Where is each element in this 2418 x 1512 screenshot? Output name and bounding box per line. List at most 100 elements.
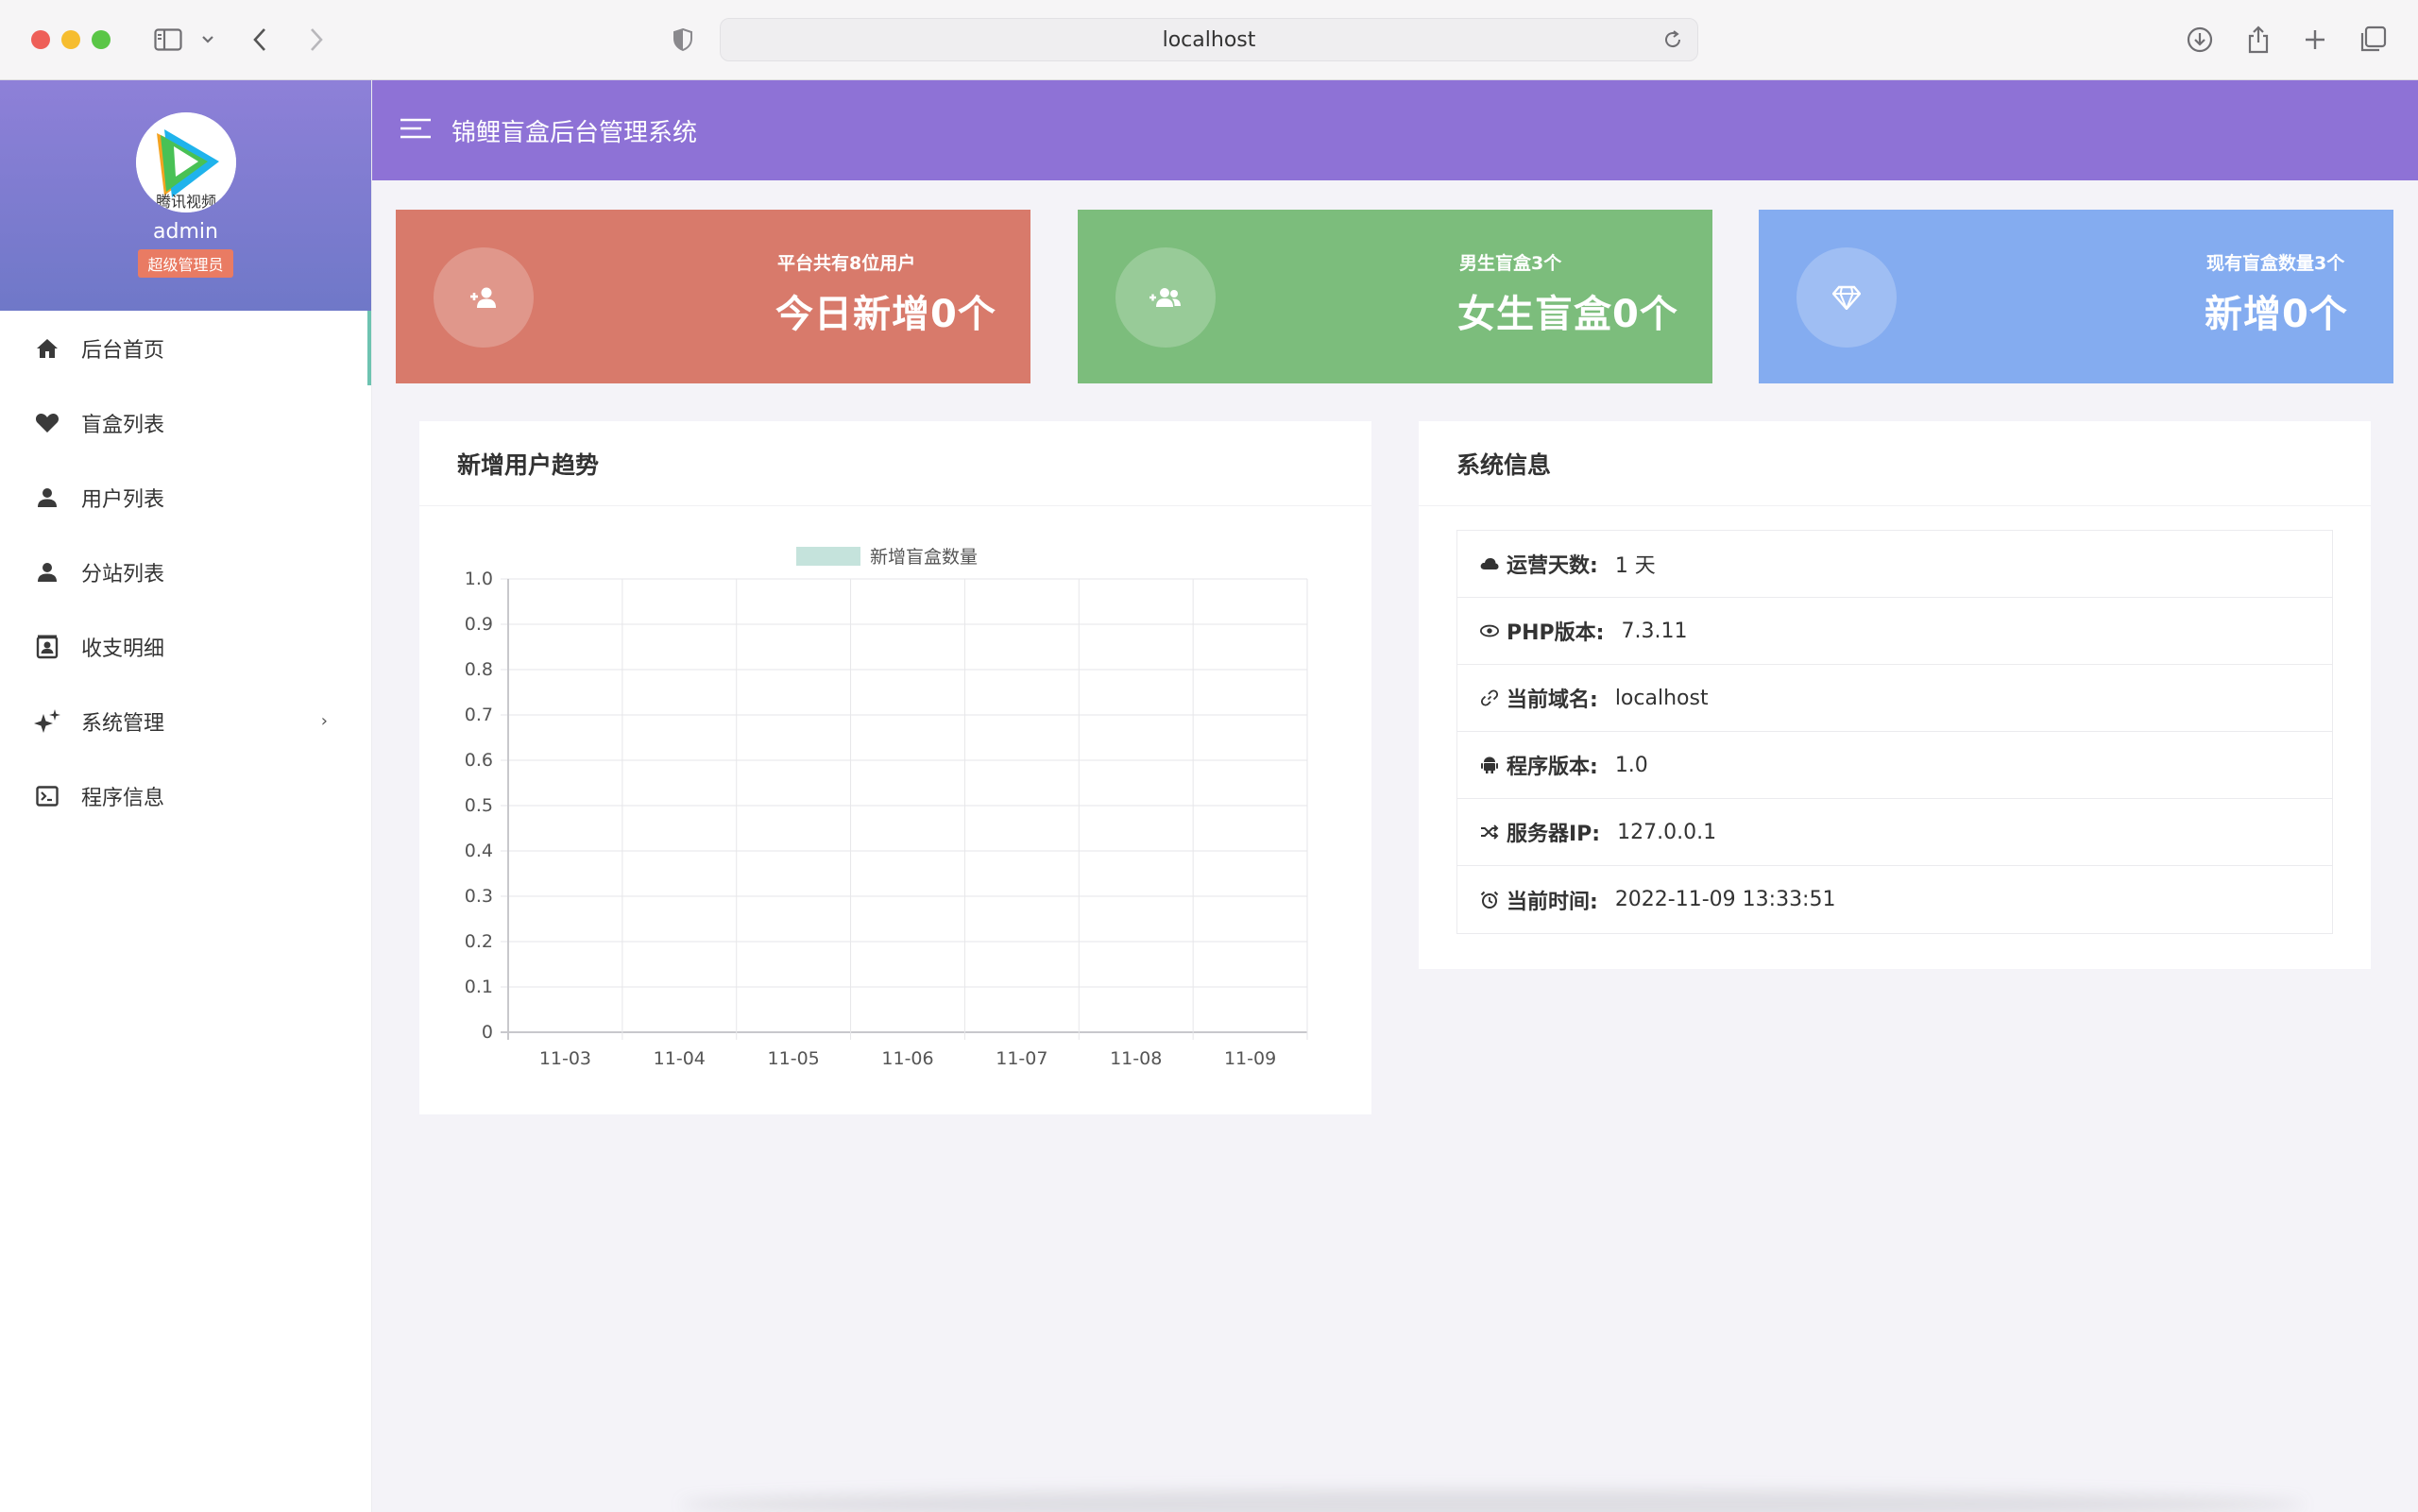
sidebar-item-blindbox-list[interactable]: 盲盒列表: [0, 385, 371, 460]
share-icon[interactable]: [2242, 21, 2274, 59]
info-row-uptime: 运营天数: 1 天: [1457, 531, 2332, 598]
svg-text:腾讯视频: 腾讯视频: [155, 193, 215, 211]
alarm-icon: [1480, 891, 1499, 909]
page-title: 锦鲤盲盒后台管理系统: [451, 118, 698, 147]
new-tab-icon[interactable]: [2299, 21, 2331, 59]
sidebar-item-dashboard[interactable]: 后台首页: [0, 311, 371, 385]
sidebar-item-substation-list[interactable]: 分站列表: [0, 535, 371, 609]
chart-legend[interactable]: 新增盲盒数量: [796, 543, 978, 569]
info-label: 服务器IP:: [1507, 823, 1601, 846]
info-value: 1 天: [1614, 554, 1656, 578]
admin-name: admin: [153, 220, 218, 244]
sidebar-item-label: 分站列表: [81, 562, 165, 586]
heart-icon: [34, 410, 60, 436]
stat-card-blindbox-gender: 男生盲盒3个 女生盲盒0个: [1078, 210, 1712, 383]
info-row-program-version: 程序版本: 1.0: [1457, 732, 2332, 799]
maximize-window-button[interactable]: [92, 30, 111, 49]
x-tick-label: 11-05: [768, 1048, 820, 1069]
stat-caption: 现有盲盒数量3个: [2206, 253, 2345, 274]
video-logo-icon: 腾讯视频: [135, 112, 236, 212]
address-bar[interactable]: localhost: [720, 18, 1698, 61]
sidebar-item-user-list[interactable]: 用户列表: [0, 460, 371, 535]
info-row-current-time: 当前时间: 2022-11-09 13:33:51: [1457, 866, 2332, 933]
eye-icon: [1480, 621, 1499, 640]
info-label: 当前时间:: [1507, 890, 1598, 914]
chevron-right-icon: ›: [320, 711, 328, 731]
x-tick-label: 11-07: [996, 1048, 1047, 1069]
sidebar-item-label: 收支明细: [81, 637, 165, 661]
trend-chart: 0 0.1 0.2 0.3 0.4 0.5 0.6 0.7 0.8 0.9 1.0 11-03 11-0…: [465, 569, 1308, 1069]
stat-value: 女生盲盒0个: [1457, 293, 1678, 336]
sidebar-item-income-expense[interactable]: 收支明细: [0, 609, 371, 684]
sidebar: 腾讯视频 admin 超级管理员 后台首页 盲盒列表 用户列表 分站列表 收支明…: [0, 80, 372, 1512]
sidebar-item-label: 后台首页: [81, 338, 165, 363]
cloud-icon: [1480, 554, 1499, 573]
download-icon[interactable]: [2184, 21, 2216, 59]
stat-value: 新增0个: [2205, 293, 2348, 336]
contact-book-icon: [34, 634, 60, 660]
x-tick-label: 11-08: [1110, 1048, 1162, 1069]
info-row-domain: 当前域名: localhost: [1457, 665, 2332, 732]
info-value: 2022-11-09 13:33:51: [1614, 888, 1836, 911]
info-label: 当前域名:: [1507, 688, 1598, 712]
info-value: 7.3.11: [1621, 619, 1688, 643]
shield-icon[interactable]: [671, 21, 695, 59]
panel-title: 新增用户趋势: [419, 421, 1371, 506]
y-tick-label: 0.8: [465, 659, 493, 680]
users-plus-icon: [1115, 247, 1216, 348]
back-icon[interactable]: [247, 21, 272, 59]
x-tick-label: 11-09: [1224, 1048, 1276, 1069]
info-row-server-ip: 服务器IP: 127.0.0.1: [1457, 799, 2332, 866]
window-bottom-shadow: [680, 1490, 2305, 1512]
reload-icon[interactable]: [1661, 28, 1684, 57]
x-tick-label: 11-03: [539, 1048, 591, 1069]
info-value: 1.0: [1614, 753, 1648, 777]
stat-card-users: 平台共有8位用户 今日新增0个: [396, 210, 1030, 383]
y-tick-label: 0.2: [465, 931, 493, 952]
role-badge: 超级管理员: [138, 249, 233, 278]
sidebar-toggle-icon[interactable]: [149, 21, 187, 59]
y-tick-label: 0.6: [465, 750, 493, 771]
sidebar-item-label: 盲盒列表: [81, 413, 165, 437]
sidebar-item-program-info[interactable]: 程序信息: [0, 758, 371, 833]
y-tick-label: 0.5: [465, 795, 493, 816]
home-icon: [34, 335, 60, 362]
x-tick-label: 11-06: [881, 1048, 933, 1069]
system-info-table: 运营天数: 1 天 PHP版本: 7.3.11 当前域名: localhost …: [1456, 530, 2333, 934]
sidebar-item-label: 用户列表: [81, 487, 165, 512]
sidebar-item-label: 程序信息: [81, 786, 165, 810]
terminal-icon: [34, 783, 60, 809]
user-icon: [34, 484, 60, 511]
minimize-window-button[interactable]: [61, 30, 80, 49]
info-label: 运营天数:: [1507, 554, 1598, 578]
forward-icon[interactable]: [304, 21, 329, 59]
menu-toggle-icon[interactable]: [400, 117, 431, 144]
avatar[interactable]: 腾讯视频: [135, 112, 236, 212]
profile-panel: 腾讯视频 admin 超级管理员: [0, 80, 371, 311]
info-label: PHP版本:: [1507, 621, 1605, 645]
top-header: 锦鲤盲盒后台管理系统: [372, 80, 2418, 180]
user-trend-panel: 新增用户趋势 新增盲盒数量 0 0.1 0.2 0.3 0.4 0.5 0.6 0.7 0.8 0…: [419, 421, 1371, 1114]
info-label: 程序版本:: [1507, 756, 1598, 779]
y-tick-label: 0.3: [465, 886, 493, 907]
y-tick-label: 0.4: [465, 841, 493, 861]
link-icon: [1480, 688, 1499, 707]
user-plus-icon: [434, 247, 534, 348]
url-text: localhost: [1162, 27, 1256, 52]
sidebar-item-label: 系统管理: [81, 711, 165, 736]
stat-caption: 平台共有8位用户: [777, 253, 916, 274]
legend-label: 新增盲盒数量: [870, 547, 979, 568]
diamond-icon: [1796, 247, 1897, 348]
chevron-down-icon[interactable]: [198, 21, 217, 59]
x-tick-label: 11-04: [654, 1048, 706, 1069]
panel-title: 系统信息: [1419, 421, 2371, 506]
tab-overview-icon[interactable]: [2356, 21, 2390, 59]
sidebar-menu: 后台首页 盲盒列表 用户列表 分站列表 收支明细 系统管理 › 程序信息: [0, 311, 371, 833]
stat-caption: 男生盲盒3个: [1459, 253, 1562, 274]
close-window-button[interactable]: [31, 30, 50, 49]
user-icon: [34, 559, 60, 586]
y-tick-label: 0.7: [465, 705, 493, 725]
sidebar-item-system-management[interactable]: 系统管理 ›: [0, 684, 371, 758]
stat-value: 今日新增0个: [775, 293, 996, 336]
y-tick-label: 0: [482, 1022, 493, 1043]
